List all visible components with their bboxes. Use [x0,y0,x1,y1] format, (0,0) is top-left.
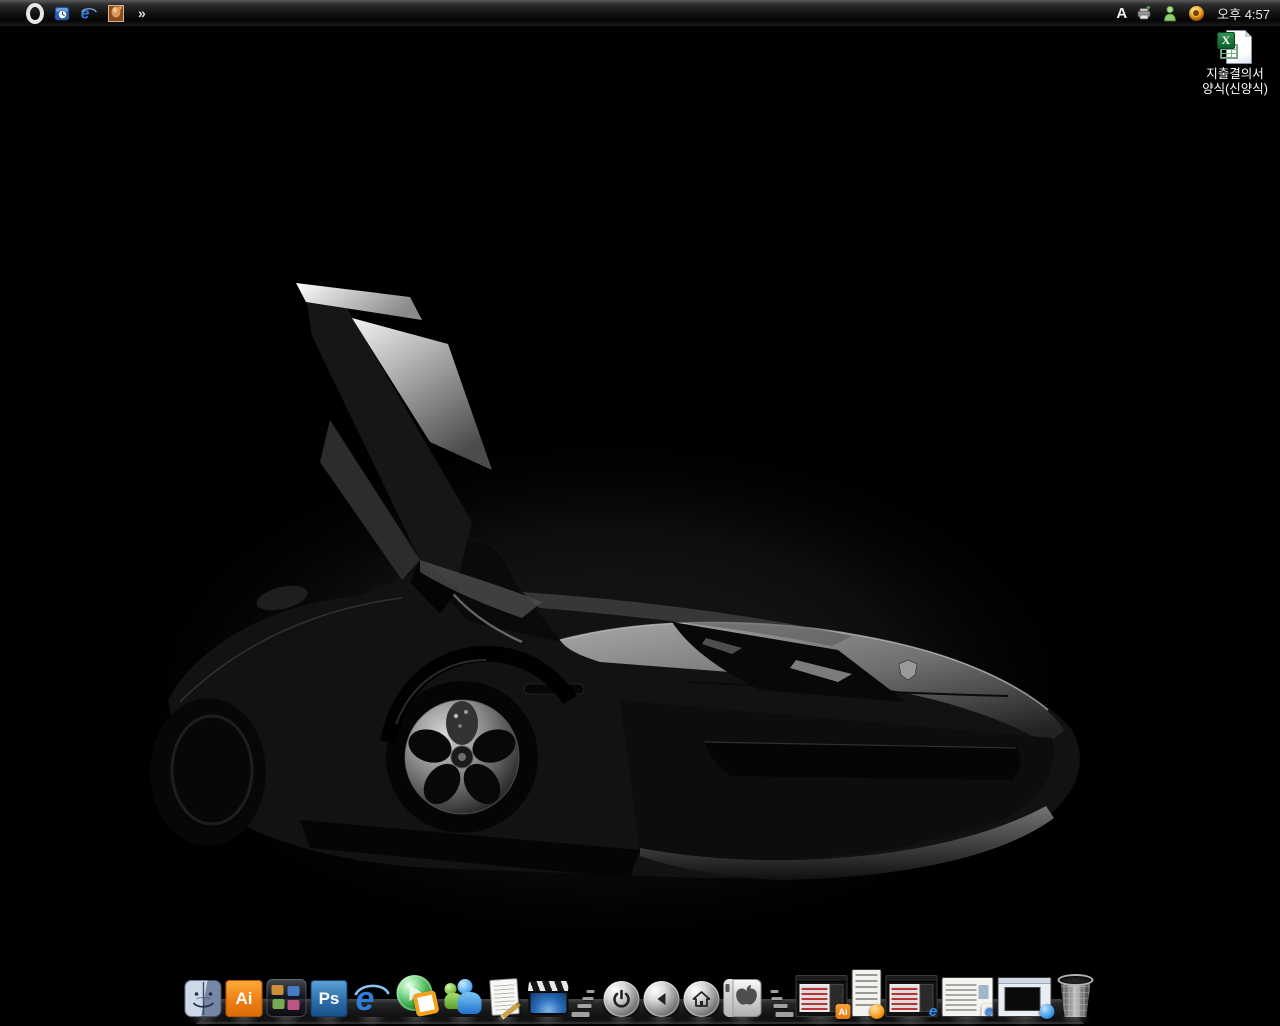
dock-media-player-icon[interactable] [396,975,438,1017]
dock-app-stack-icon[interactable] [267,979,307,1017]
shortcut-label-line1: 지출결의서 [1192,67,1278,82]
menu-bar-overflow-chevron[interactable]: » [134,4,145,22]
messenger-status-icon[interactable] [1161,4,1179,22]
dock-home-button[interactable] [684,981,720,1017]
dock-messenger-icon[interactable] [442,977,484,1017]
picture-viewer-icon[interactable] [107,4,125,22]
dock-separator [574,975,600,1017]
svg-text:e: e [81,5,90,22]
dock-finder-icon[interactable] [185,980,222,1017]
dock-separator [766,975,792,1017]
printer-status-icon[interactable] [1135,4,1153,22]
messenger-badge-icon [1040,1004,1055,1019]
clock[interactable]: 오후 4:57 [1213,4,1270,23]
photoshop-label: Ps [319,989,340,1009]
dock-power-button[interactable] [604,981,640,1017]
office-badge-icon [412,990,439,1017]
ie-badge-icon: e [982,1004,997,1019]
menu-bar: e » A 오후 4:57 [0,0,1280,27]
dock-minimized-window-ie-dark[interactable]: e [886,975,938,1017]
dock-minimized-window-ie-light[interactable]: e [942,977,994,1017]
dock-minimized-window-messenger[interactable] [998,977,1052,1017]
dock-back-button[interactable] [644,981,680,1017]
launcher-ring-icon[interactable] [26,4,44,22]
excel-document-icon: X [1217,30,1253,64]
menu-bar-tray: A 오후 4:57 [1116,0,1280,26]
ie-badge-icon: e [926,1004,941,1019]
shortcut-label-line2: 양식(신양식) [1192,82,1278,97]
dock-apple-system-icon[interactable] [724,979,762,1017]
desktop-shortcut-excel[interactable]: X 지출결의서 양식(신양식) [1192,30,1278,97]
dock: Ai Ps e [190,964,1090,1024]
wallpaper-car-image [0,0,1280,1024]
ime-indicator[interactable]: A [1116,5,1127,22]
dock-illustrator-icon[interactable]: Ai [226,980,263,1017]
mascot-badge-icon [870,1004,885,1019]
internet-explorer-icon[interactable]: e [80,4,98,22]
dock-movies-icon[interactable] [528,979,570,1017]
dock-trash-icon[interactable] [1056,973,1096,1017]
menu-bar-left: e » [0,0,145,26]
dock-textedit-icon[interactable] [488,977,524,1017]
dock-minimized-window-palette[interactable] [852,969,882,1017]
outlook-icon[interactable] [53,4,71,22]
dock-photoshop-icon[interactable]: Ps [311,980,348,1017]
dock-minimized-window-illustrator[interactable]: Ai [796,975,848,1017]
illustrator-label: Ai [236,989,253,1009]
illustrator-badge-icon: Ai [836,1004,851,1019]
alert-ball-icon[interactable] [1187,4,1205,22]
dock-internet-explorer-icon[interactable]: e [352,977,392,1017]
